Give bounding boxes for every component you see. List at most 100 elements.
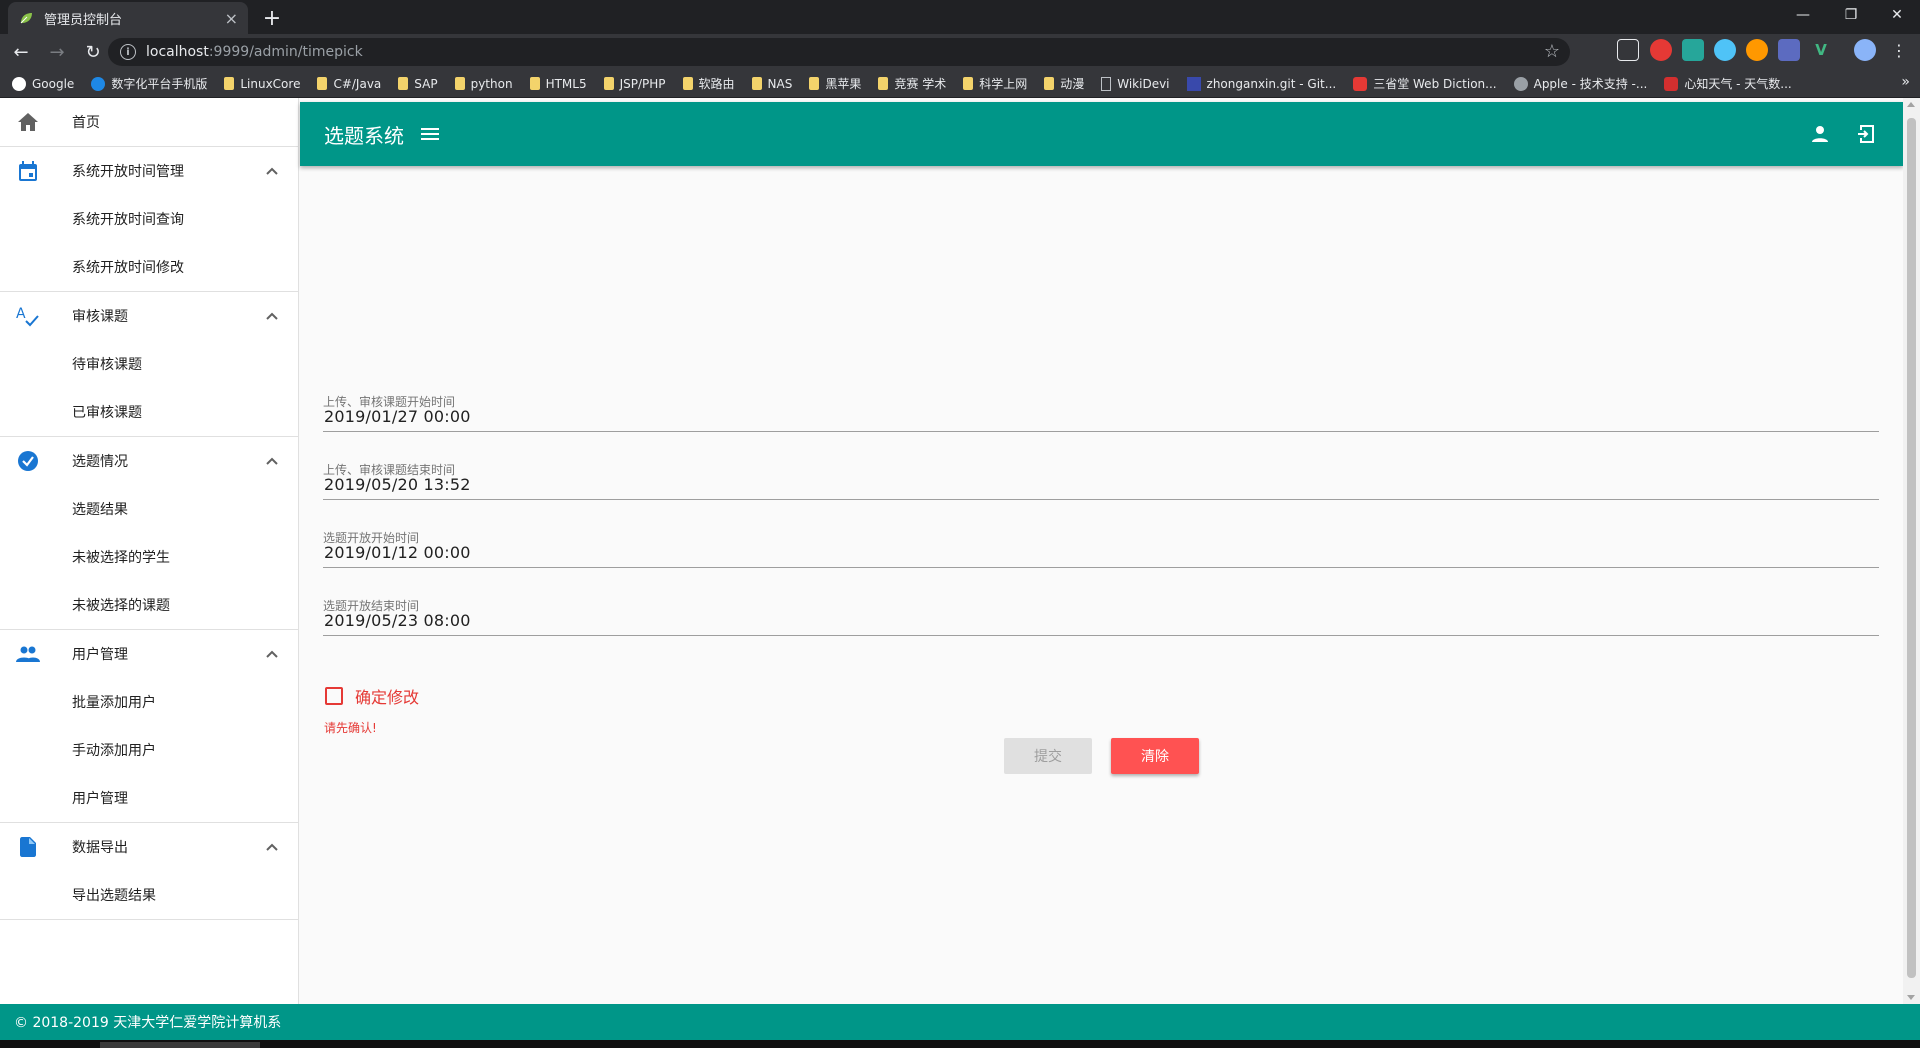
site-info-icon[interactable]: i	[120, 44, 136, 60]
folder-icon	[224, 77, 235, 90]
bookmark-label: 科学上网	[979, 77, 1028, 91]
bookmark-label: zhonganxin.git - Git...	[1206, 76, 1337, 91]
taskbar-item[interactable]	[100, 1042, 260, 1048]
sidebar-item-label: 首页	[72, 115, 100, 131]
menu-icon[interactable]	[418, 122, 442, 146]
close-window-icon[interactable]: ✕	[1874, 0, 1920, 30]
checkbox-box	[325, 687, 343, 705]
bookmark-item[interactable]: 科学上网	[963, 75, 1027, 92]
bookmark-item[interactable]: 软路由	[682, 75, 735, 92]
vue-devtools-icon[interactable]: V	[1810, 39, 1832, 61]
sidebar-subitem[interactable]: 批量添加用户	[0, 678, 298, 726]
bookmark-item[interactable]: python	[454, 77, 513, 91]
scroll-up-icon[interactable]	[1907, 102, 1915, 107]
bookmark-label: HTML5	[545, 76, 587, 91]
bookmark-item[interactable]: Apple - 技术支持 -...	[1513, 75, 1648, 92]
datetime-field[interactable]: 选题开放结束时间 2019/05/23 08:00	[323, 597, 1879, 665]
extension-icon[interactable]	[1650, 39, 1672, 61]
account-icon[interactable]	[1808, 122, 1832, 146]
sidebar-subitem[interactable]: 待审核课题	[0, 340, 298, 388]
extension-icon[interactable]	[1617, 39, 1639, 61]
restore-icon[interactable]: ❐	[1828, 0, 1874, 30]
sidebar-subitem[interactable]: 导出选题结果	[0, 871, 298, 919]
chevron-up-icon[interactable]	[264, 453, 280, 469]
chevron-up-icon[interactable]	[264, 308, 280, 324]
sidebar-subitem[interactable]: 系统开放时间查询	[0, 195, 298, 243]
sidebar-subitem[interactable]: 系统开放时间修改	[0, 243, 298, 291]
folder-icon	[454, 77, 465, 90]
sidebar-group-header[interactable]: 系统开放时间管理	[0, 147, 298, 195]
app-bar: 选题系统	[300, 102, 1903, 166]
sidebar-subitem[interactable]: 用户管理	[0, 774, 298, 822]
sidebar-group-header[interactable]: 用户管理	[0, 630, 298, 678]
submit-button[interactable]: 提交	[1004, 738, 1092, 774]
bookmark-item[interactable]: 动漫	[1044, 75, 1084, 92]
bookmark-item[interactable]: 黑苹果	[809, 75, 861, 92]
sidebar-subitem[interactable]: 选题结果	[0, 485, 298, 533]
datetime-field[interactable]: 选题开放开始时间 2019/01/12 00:00	[323, 529, 1879, 597]
scrollbar[interactable]	[1903, 98, 1920, 1004]
browser-tabbar: 管理员控制台 × + — ❐ ✕	[0, 0, 1920, 34]
field-value[interactable]: 2019/01/12 00:00	[324, 543, 471, 562]
browser-menu-icon[interactable]: ⋮	[1888, 39, 1910, 61]
datetime-field[interactable]: 上传、审核课题结束时间 2019/05/20 13:52	[323, 461, 1879, 529]
bookmark-star-icon[interactable]: ☆	[1544, 41, 1560, 62]
chevron-up-icon[interactable]	[264, 839, 280, 855]
bookmark-item[interactable]: Google	[12, 76, 74, 91]
reload-icon[interactable]: ↻	[78, 37, 108, 67]
sidebar-subitem[interactable]: 手动添加用户	[0, 726, 298, 774]
tab-close-icon[interactable]: ×	[225, 9, 238, 28]
cloud-extension-icon[interactable]	[1714, 39, 1736, 61]
bookmark-item[interactable]: 心知天气 - 天气数...	[1664, 75, 1792, 92]
sidebar-item-home[interactable]: 首页	[0, 98, 298, 146]
sidebar-group-header[interactable]: A 审核课题	[0, 292, 298, 340]
weather-icon	[1664, 76, 1679, 91]
datetime-field[interactable]: 上传、审核课题开始时间 2019/01/27 00:00	[323, 393, 1879, 461]
sidebar-subitem[interactable]: 未被选择的学生	[0, 533, 298, 581]
sidebar-subitem[interactable]: 未被选择的课题	[0, 581, 298, 629]
new-tab-icon[interactable]: +	[258, 4, 286, 32]
extension-icon[interactable]	[1778, 39, 1800, 61]
bookmark-item[interactable]: JSP/PHP	[603, 77, 666, 91]
chevron-up-icon[interactable]	[264, 646, 280, 662]
bookmark-item[interactable]: 数字化平台手机版	[91, 75, 207, 92]
back-icon[interactable]: ←	[6, 37, 36, 67]
bookmark-item[interactable]: WikiDevi	[1101, 76, 1170, 91]
bookmark-label: WikiDevi	[1117, 76, 1170, 91]
bookmark-item[interactable]: HTML5	[529, 76, 587, 91]
confirm-checkbox[interactable]: 确定修改	[325, 684, 419, 708]
logout-icon[interactable]	[1855, 122, 1879, 146]
bookmark-item[interactable]: 竞赛 学术	[878, 75, 946, 92]
sidebar-group-header[interactable]: 数据导出	[0, 823, 298, 871]
sidebar-group-label: 系统开放时间管理	[72, 164, 184, 180]
scroll-thumb[interactable]	[1907, 118, 1916, 978]
sidebar-group-header[interactable]: 选题情况	[0, 437, 298, 485]
chevron-up-icon[interactable]	[264, 163, 280, 179]
field-value[interactable]: 2019/05/20 13:52	[324, 475, 471, 494]
browser-tab[interactable]: 管理员控制台 ×	[8, 2, 248, 34]
bookmark-item[interactable]: C#/Java	[317, 77, 381, 91]
minimize-icon[interactable]: —	[1780, 0, 1826, 30]
bookmark-item[interactable]: LinuxCore	[224, 77, 300, 91]
dictionary-icon	[1353, 76, 1368, 91]
bookmark-item[interactable]: zhonganxin.git - Git...	[1186, 76, 1337, 91]
bookmark-label: NAS	[767, 76, 793, 91]
field-underline	[323, 499, 1879, 500]
forward-icon[interactable]: →	[42, 37, 72, 67]
field-value[interactable]: 2019/01/27 00:00	[324, 407, 471, 426]
profile-avatar-icon[interactable]	[1854, 39, 1876, 61]
bookmark-item[interactable]: 三省堂 Web Diction...	[1353, 75, 1497, 92]
scroll-down-icon[interactable]	[1907, 995, 1915, 1000]
address-bar[interactable]: i localhost:9999/admin/timepick ☆	[108, 38, 1570, 66]
bookmark-item[interactable]: NAS	[751, 76, 793, 91]
bookmark-item[interactable]: SAP	[398, 77, 438, 91]
bookmark-label: 动漫	[1060, 77, 1085, 91]
bookmark-label: Apple - 技术支持 -...	[1533, 77, 1648, 91]
field-underline	[323, 567, 1879, 568]
field-value[interactable]: 2019/05/23 08:00	[324, 611, 471, 630]
clear-button[interactable]: 清除	[1111, 738, 1199, 774]
sidebar-subitem[interactable]: 已审核课题	[0, 388, 298, 436]
extension-icon[interactable]	[1682, 39, 1704, 61]
bookmarks-overflow-icon[interactable]: »	[1901, 74, 1910, 90]
extension-icon[interactable]	[1746, 39, 1768, 61]
